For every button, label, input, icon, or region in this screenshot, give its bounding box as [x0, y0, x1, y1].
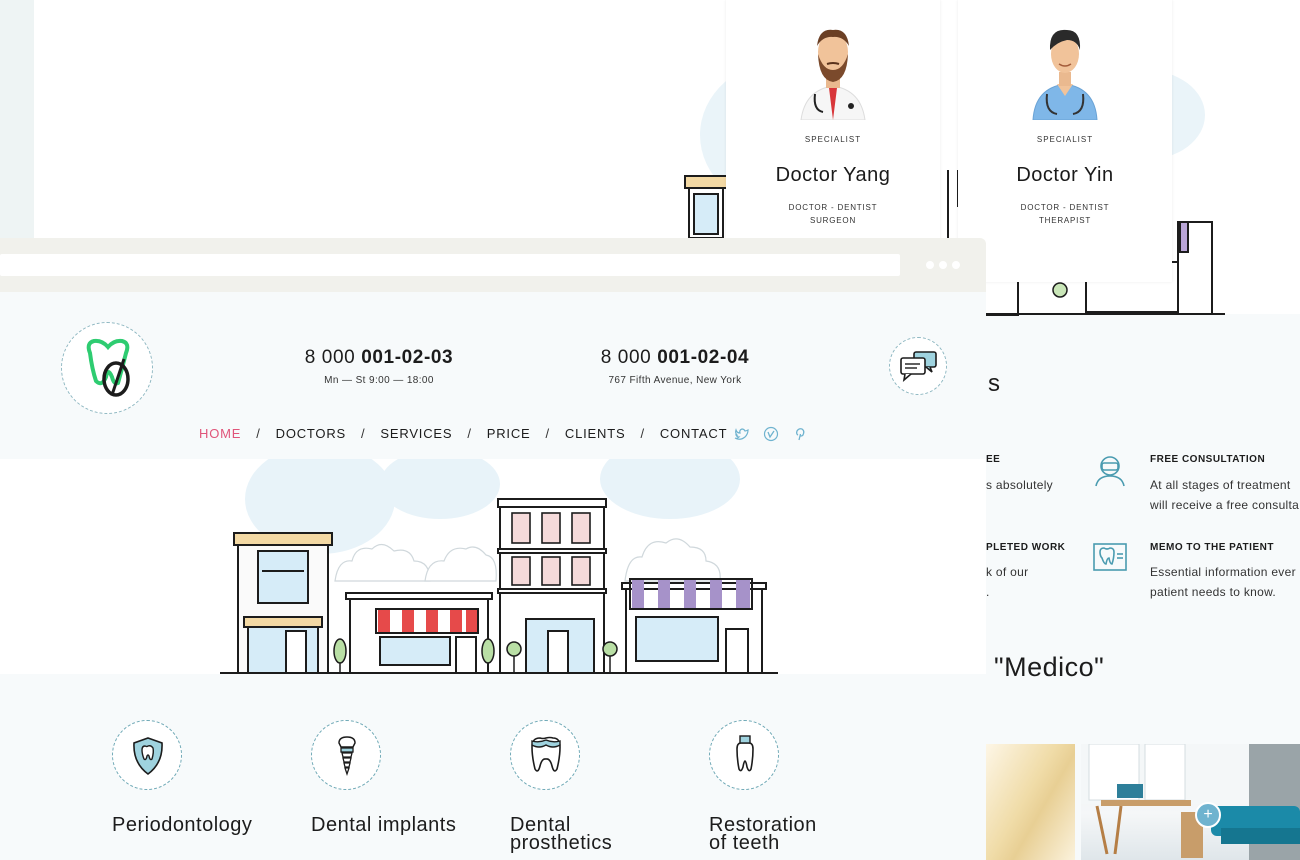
doctor-name: Doctor Yin: [1016, 164, 1114, 186]
city-street-illustration: [220, 459, 778, 674]
service-icon-ring: [709, 720, 779, 790]
service-item[interactable]: Dental prosthetics: [510, 720, 613, 854]
feature-text: k of our .: [986, 565, 1029, 599]
nav-item-services[interactable]: SERVICES: [380, 426, 452, 441]
service-item[interactable]: Periodontology: [112, 720, 253, 836]
gallery-photo[interactable]: [986, 744, 1075, 860]
section-title-fragment: s: [988, 370, 1000, 397]
nav-separator: /: [640, 426, 645, 441]
nav-separator: /: [545, 426, 550, 441]
browser-menu-dots[interactable]: [926, 261, 960, 269]
main-nav: HOME / DOCTORS / SERVICES / PRICE / CLIE…: [199, 426, 727, 441]
phone-block: 8 000 001-02-03 Mn — St 9:00 — 18:00: [296, 347, 462, 386]
doctor-name: Doctor Yang: [775, 164, 891, 186]
service-item[interactable]: Restoration of teeth: [709, 720, 817, 854]
twitter-icon[interactable]: [734, 426, 750, 442]
nav-item-doctors[interactable]: DOCTORS: [276, 426, 346, 441]
service-label: Restoration of teeth: [709, 814, 817, 854]
gallery-photo[interactable]: [1081, 744, 1300, 860]
feature-title: PLETED WORK: [986, 542, 1066, 553]
vimeo-icon[interactable]: [763, 426, 779, 442]
restored-tooth-icon: [736, 735, 754, 772]
site-preview: 8 000 001-02-03 Mn — St 9:00 — 18:00 8 0…: [0, 292, 986, 860]
clinic-photo: [1081, 744, 1300, 860]
service-icon-ring: [112, 720, 182, 790]
memo-icon: [1093, 543, 1127, 571]
feature-title: EE: [986, 454, 1001, 465]
nav-item-clients[interactable]: CLIENTS: [565, 426, 626, 441]
nav-item-price[interactable]: PRICE: [487, 426, 531, 441]
service-icon-ring: [510, 720, 580, 790]
site-logo[interactable]: [61, 322, 153, 414]
service-label: Dental implants: [311, 814, 457, 836]
nav-separator: /: [467, 426, 472, 441]
chat-bubbles-icon: [900, 351, 937, 383]
service-item[interactable]: Dental implants: [311, 720, 457, 836]
doctor-role: DOCTOR - DENTIST THERAPIST: [1020, 203, 1110, 225]
chat-button[interactable]: [889, 337, 947, 395]
feature-text: Essential information ever patient needs…: [1150, 565, 1296, 599]
service-label: Periodontology: [112, 814, 253, 836]
site-header: 8 000 001-02-03 Mn — St 9:00 — 18:00 8 0…: [0, 292, 986, 460]
social-links: [734, 426, 808, 442]
consultation-icon: [1095, 456, 1125, 487]
pinterest-icon[interactable]: [792, 426, 808, 442]
service-icon-ring: [311, 720, 381, 790]
address-bar[interactable]: [0, 254, 900, 276]
implant-icon: [338, 736, 356, 777]
feature-title: FREE CONSULTATION: [1150, 454, 1266, 465]
tooth-logo-icon: [86, 338, 130, 397]
shield-tooth-icon: [133, 737, 163, 775]
phone-number[interactable]: 8 000 001-02-03: [296, 347, 462, 369]
nav-item-home[interactable]: HOME: [199, 426, 241, 441]
doctor-specialty: SPECIALIST: [1036, 135, 1094, 144]
doctor-specialty: SPECIALIST: [804, 135, 862, 144]
phone-number[interactable]: 8 000 001-02-04: [592, 347, 758, 369]
feature-text: At all stages of treatment will receive …: [1150, 478, 1300, 512]
services-section: Periodontology Dental implants Dental pr…: [0, 674, 986, 860]
medico-heading: "Medico": [994, 652, 1105, 682]
nav-separator: /: [361, 426, 366, 441]
address: 767 Fifth Avenue, New York: [608, 375, 742, 386]
doctor-avatar: [1032, 29, 1098, 121]
doctor-role: DOCTOR - DENTIST SURGEON: [788, 203, 878, 225]
nav-item-contact[interactable]: CONTACT: [660, 426, 727, 441]
feature-text: s absolutely: [986, 478, 1053, 492]
background-strip: [0, 0, 34, 240]
nav-separator: /: [256, 426, 261, 441]
gallery-zoom-button[interactable]: +: [1195, 802, 1221, 828]
hero-illustration: [0, 459, 986, 674]
crown-tooth-icon: [531, 736, 561, 772]
browser-toolbar: [0, 238, 986, 292]
doctor-avatar: [800, 29, 866, 121]
service-label: Dental prosthetics: [510, 814, 613, 854]
phone-block: 8 000 001-02-04 767 Fifth Avenue, New Yo…: [592, 347, 758, 386]
screenshot-stage: SPECIALIST Doctor Yang DOCTOR - DENTIST …: [0, 0, 1300, 860]
feature-title: MEMO TO THE PATIENT: [1150, 542, 1274, 553]
doctor-card[interactable]: SPECIALIST Doctor Yin DOCTOR - DENTIST T…: [958, 0, 1172, 282]
working-hours: Mn — St 9:00 — 18:00: [324, 375, 434, 386]
